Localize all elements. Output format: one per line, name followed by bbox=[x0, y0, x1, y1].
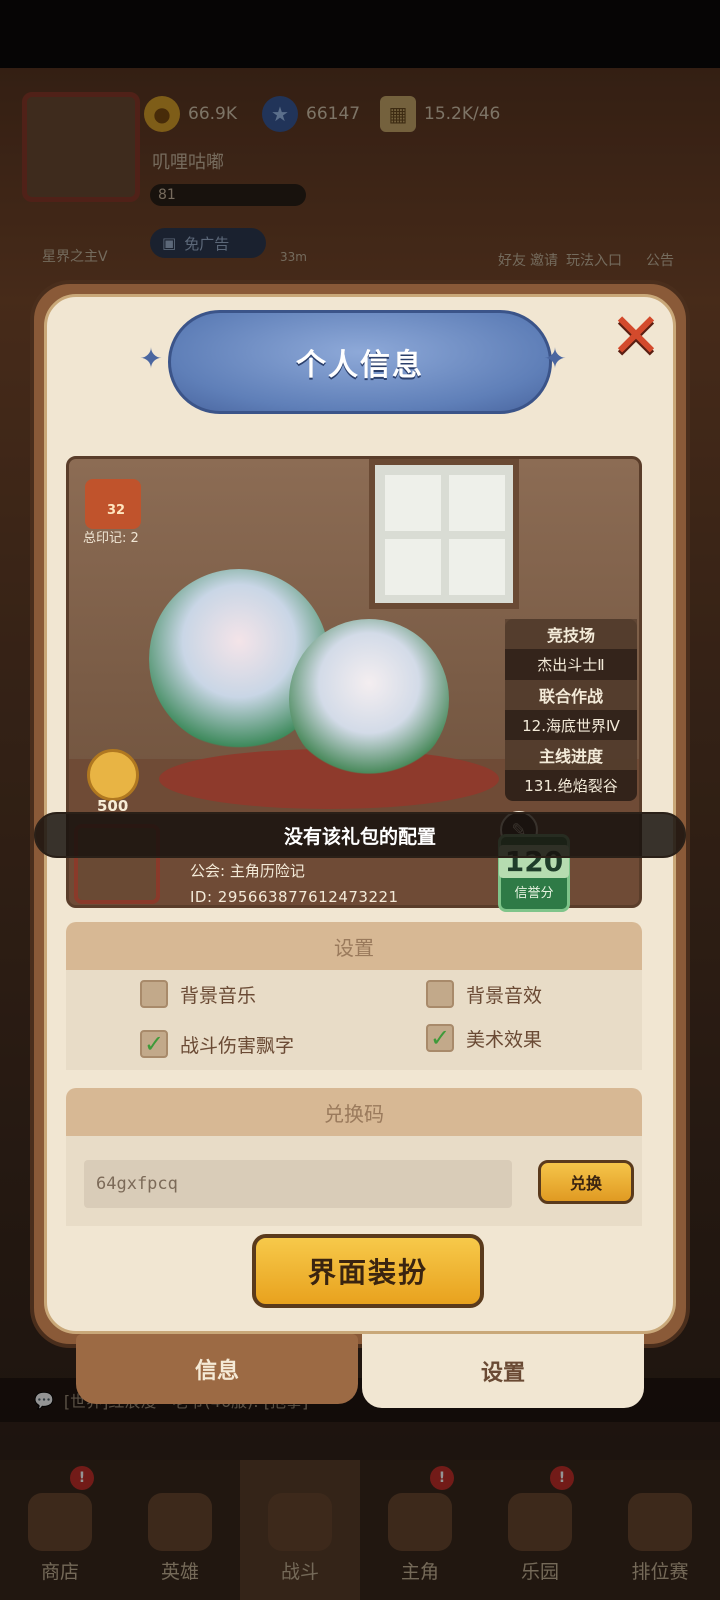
alert-badge: ! bbox=[430, 1466, 454, 1490]
player-level: 81 bbox=[150, 184, 306, 206]
option-label: 背景音乐 bbox=[180, 984, 257, 1007]
toast-message: 没有该礼包的配置 bbox=[34, 812, 686, 858]
no-ads-button[interactable]: ▣ 免广告 bbox=[150, 228, 266, 258]
nav-label: 英雄 bbox=[160, 1561, 199, 1583]
tab-info-label: 信息 bbox=[194, 1359, 239, 1384]
modal-title: 个人信息 bbox=[296, 348, 424, 383]
tv-icon: ▣ bbox=[162, 234, 177, 252]
redeem-code-input[interactable]: 64gxfpcq bbox=[84, 1160, 512, 1208]
player-id: ID: 295663877612473221 bbox=[190, 888, 399, 906]
redeem-code-value: 64gxfpcq bbox=[96, 1174, 178, 1194]
checkbox-bg-sfx[interactable] bbox=[426, 980, 454, 1008]
settings-title: 设置 bbox=[334, 935, 374, 960]
hero-character-companion bbox=[289, 619, 449, 779]
nav-label: 主角 bbox=[400, 1561, 439, 1583]
nav-protagonist[interactable]: ! 主角 bbox=[360, 1460, 480, 1600]
nav-shop[interactable]: ! 商店 bbox=[0, 1460, 120, 1600]
player-avatar[interactable] bbox=[22, 92, 140, 202]
nav-ranked[interactable]: 排位赛 bbox=[600, 1460, 720, 1600]
guide-button[interactable]: 玩法入口 bbox=[566, 250, 622, 270]
title-badge-label[interactable]: 星界之主V bbox=[42, 246, 108, 266]
stat-value: 12.海底世界Ⅳ bbox=[522, 716, 620, 735]
redeem-button-label: 兑换 bbox=[569, 1174, 602, 1193]
alert-badge: ! bbox=[550, 1466, 574, 1490]
tab-settings-label: 设置 bbox=[480, 1361, 525, 1386]
redeem-header: 兑换码 bbox=[66, 1088, 642, 1136]
stat-header: 联合作战 bbox=[505, 679, 637, 710]
player-name: 叽哩咕嘟 bbox=[152, 152, 224, 173]
option-bg-sfx[interactable]: 背景音效 bbox=[426, 980, 542, 1008]
guild-name: 公会: 主角历险记 bbox=[190, 862, 305, 880]
no-ads-label: 免广告 bbox=[184, 234, 230, 253]
nav-label: 战斗 bbox=[280, 1561, 319, 1583]
sparkle-icon: ✦ bbox=[543, 342, 567, 375]
notice-button[interactable]: 公告 bbox=[646, 250, 674, 270]
option-label: 战斗伤害飘字 bbox=[180, 1034, 295, 1057]
chat-bubble-icon: 💬 bbox=[34, 1390, 54, 1410]
stat-header: 竞技场 bbox=[505, 619, 637, 650]
option-art-effects[interactable]: ✓ 美术效果 bbox=[426, 1024, 542, 1052]
total-marks-label: 总印记: 2 bbox=[83, 531, 139, 546]
card-icon: ▦ bbox=[380, 96, 416, 132]
timer-label: 33m bbox=[280, 250, 307, 264]
option-bg-music[interactable]: 背景音乐 bbox=[140, 980, 256, 1008]
checkbox-bg-music[interactable] bbox=[140, 980, 168, 1008]
ranked-emblem-icon bbox=[628, 1493, 692, 1551]
credit-label: 信誉分 bbox=[514, 886, 554, 901]
checkmark-icon: ✓ bbox=[429, 1024, 451, 1052]
card-value: 15.2K/46 bbox=[424, 104, 501, 124]
toast-text: 没有该礼包的配置 bbox=[283, 825, 436, 848]
stat-value: 杰出斗士Ⅱ bbox=[537, 655, 605, 674]
nav-label: 排位赛 bbox=[631, 1561, 689, 1583]
ui-skin-button[interactable]: 界面装扮 bbox=[252, 1234, 484, 1308]
shop-icon bbox=[28, 1493, 92, 1551]
star-icon: ★ bbox=[262, 96, 298, 132]
sparkle-icon: ✦ bbox=[139, 342, 163, 375]
close-button[interactable]: ✕ bbox=[604, 304, 668, 368]
nav-label: 乐园 bbox=[520, 1561, 559, 1583]
option-damage-numbers[interactable]: ✓ 战斗伤害飘字 bbox=[140, 1030, 294, 1058]
owl-icon bbox=[388, 1493, 452, 1551]
option-label: 美术效果 bbox=[466, 1028, 543, 1051]
alert-badge: ! bbox=[70, 1466, 94, 1490]
nav-label: 商店 bbox=[40, 1561, 79, 1583]
nav-park[interactable]: ! 乐园 bbox=[480, 1460, 600, 1600]
modal-title-banner: 个人信息 bbox=[168, 310, 552, 414]
invite-button[interactable]: 邀请 bbox=[530, 250, 558, 270]
status-bar bbox=[0, 0, 720, 68]
checkbox-art-effects[interactable]: ✓ bbox=[426, 1024, 454, 1052]
settings-header: 设置 bbox=[66, 922, 642, 970]
stat-value: 131.绝焰裂谷 bbox=[524, 777, 618, 796]
battle-icon bbox=[268, 1493, 332, 1551]
star-value: 66147 bbox=[306, 104, 361, 124]
friend-button[interactable]: 好友 bbox=[498, 250, 526, 270]
tab-info[interactable]: 信息 bbox=[76, 1334, 358, 1404]
mark-level: 32 bbox=[107, 503, 126, 518]
nav-heroes[interactable]: 英雄 bbox=[120, 1460, 240, 1600]
card-counter[interactable]: ▦ 15.2K/46 bbox=[380, 94, 500, 134]
castle-icon bbox=[508, 1493, 572, 1551]
checkmark-icon: ✓ bbox=[143, 1030, 165, 1058]
room-window bbox=[369, 459, 519, 609]
coin-counter[interactable]: ● 66.9K bbox=[144, 94, 237, 134]
coin-icon: ● bbox=[144, 96, 180, 132]
close-icon: ✕ bbox=[610, 299, 662, 372]
stats-panel: 竞技场 杰出斗士Ⅱ 联合作战 12.海底世界Ⅳ 主线进度 131.绝焰裂谷 bbox=[505, 619, 637, 801]
star-counter[interactable]: ★ 66147 bbox=[262, 94, 360, 134]
option-label: 背景音效 bbox=[466, 984, 543, 1007]
stat-header: 主线进度 bbox=[505, 740, 637, 771]
bottom-navigation: ! 商店 英雄 战斗 ! 主角 ! 乐园 排位赛 bbox=[0, 1460, 720, 1600]
redeem-button[interactable]: 兑换 bbox=[538, 1160, 634, 1204]
coin-value: 66.9K bbox=[188, 104, 237, 124]
hero-card-icon bbox=[148, 1493, 212, 1551]
ui-skin-label: 界面装扮 bbox=[307, 1256, 428, 1289]
checkbox-damage-numbers[interactable]: ✓ bbox=[140, 1030, 168, 1058]
thumbs-up-icon[interactable] bbox=[87, 749, 139, 801]
nav-battle[interactable]: 战斗 bbox=[240, 1460, 360, 1600]
tab-settings[interactable]: 设置 bbox=[362, 1334, 644, 1408]
redeem-title: 兑换码 bbox=[324, 1101, 384, 1126]
